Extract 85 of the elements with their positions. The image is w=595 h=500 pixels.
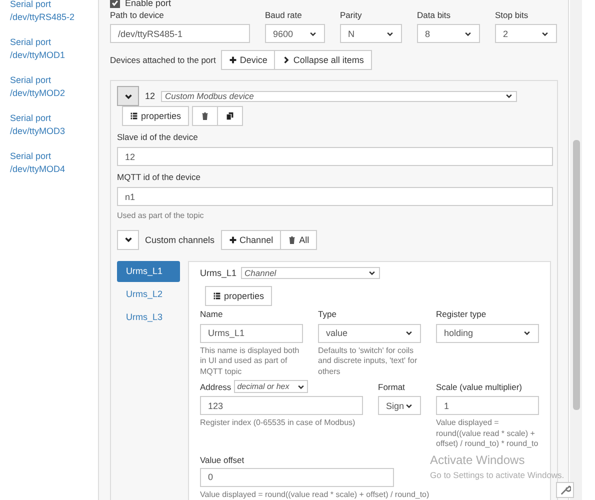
- field-label: Parity: [340, 10, 363, 20]
- chevron-down-icon: [124, 92, 132, 100]
- field-label: Address: [200, 382, 232, 392]
- plus-icon: [228, 56, 237, 64]
- help-text: Value displayed = round((value read * scale) + offset) / round_to): [200, 490, 430, 500]
- select-field[interactable]: N: [340, 24, 402, 43]
- properties-button[interactable]: properties: [122, 106, 190, 126]
- add-channel-button[interactable]: Channel: [220, 230, 282, 250]
- sidebar-item[interactable]: Serial port /dev/ttyMOD1: [0, 36, 98, 62]
- channels-collapse-button[interactable]: [117, 230, 139, 250]
- input-field[interactable]: 12: [117, 147, 553, 166]
- activation-title: Activate Windows: [430, 453, 526, 467]
- select-field[interactable]: 8: [417, 24, 480, 43]
- chevron-right-icon: [282, 56, 290, 64]
- list-icon: [213, 292, 221, 300]
- help-text: Value displayed = round((value read * scale) + offset) / round_to) * round_to: [436, 418, 539, 450]
- address-mode-select[interactable]: decimal or hex: [234, 380, 308, 393]
- sidebar-item[interactable]: Serial port /dev/ttyMOD2: [0, 74, 98, 100]
- list-icon: [130, 112, 138, 120]
- field-label: Name: [200, 308, 224, 320]
- chevron-down-icon: [124, 235, 132, 244]
- input-field[interactable]: 123: [200, 396, 363, 415]
- input-field[interactable]: 0: [200, 468, 394, 486]
- scrollbar-thumb[interactable]: [573, 140, 580, 410]
- caret-down-icon: [368, 268, 376, 276]
- caret-down-icon: [309, 30, 317, 38]
- caret-down-icon: [505, 92, 514, 100]
- field-label: Value offset: [200, 454, 244, 464]
- device-type-select[interactable]: Custom Modbus device: [161, 90, 518, 102]
- plus-icon: [228, 236, 237, 244]
- scrollbar[interactable]: [570, 0, 582, 500]
- field-label: MQTT id of the device: [117, 172, 202, 182]
- channels-label: Custom channels: [145, 234, 215, 244]
- caret-down-icon: [523, 329, 531, 337]
- field-label: Scale (value multiplier): [436, 382, 522, 392]
- select-field[interactable]: 2: [495, 24, 557, 43]
- select-field[interactable]: 9600: [265, 24, 325, 43]
- collapse-all-button[interactable]: Collapse all items: [275, 50, 372, 70]
- device-number: 12: [145, 91, 156, 101]
- trash-icon: [201, 112, 210, 120]
- field-label: Path to device: [110, 10, 165, 20]
- select-field[interactable]: holding: [436, 324, 539, 342]
- field-label: Stop bits: [495, 10, 530, 20]
- channel-tab[interactable]: Urms_L3: [117, 306, 180, 328]
- copy-icon: [226, 112, 234, 120]
- help-text: Used as part of the topic: [117, 211, 205, 222]
- checkbox[interactable]: [110, 0, 120, 8]
- caret-down-icon: [386, 30, 394, 38]
- properties-button[interactable]: properties: [205, 286, 272, 306]
- caret-down-icon: [464, 30, 472, 38]
- field-label: Type: [318, 308, 338, 320]
- select-field[interactable]: Sign: [378, 396, 421, 415]
- field-label: Format: [378, 382, 405, 392]
- sidebar-item[interactable]: Serial port /dev/ttyMOD4: [0, 150, 98, 176]
- channel-type-select[interactable]: Channel: [240, 266, 380, 278]
- caret-down-icon: [405, 329, 413, 337]
- input-field[interactable]: Urms_L1: [200, 324, 303, 342]
- delete-button[interactable]: [192, 106, 218, 126]
- channel-name: Urms_L1: [200, 268, 237, 278]
- trash-icon: [288, 236, 296, 244]
- field-label: Data bits: [417, 10, 452, 20]
- input-field[interactable]: /dev/ttyRS485-1: [110, 24, 250, 43]
- sidebar-item[interactable]: Serial port /dev/ttyMOD3: [0, 112, 98, 138]
- help-text: Defaults to 'switch' for coils and discrete inputs, 'text' for others: [318, 346, 418, 377]
- caret-down-icon: [405, 402, 413, 410]
- copy-button[interactable]: [218, 106, 244, 126]
- field-label: Baud rate: [265, 10, 303, 20]
- field-label: Slave id of the device: [117, 132, 199, 142]
- add-device-button[interactable]: Device: [220, 50, 276, 70]
- caret-down-icon: [297, 382, 306, 390]
- help-text: Register index (0-65535 in case of Modbus): [200, 418, 356, 428]
- channel-tab[interactable]: Urms_L2: [117, 284, 180, 304]
- channel-tab[interactable]: Urms_L1: [117, 260, 180, 282]
- activation-text: Go to Settings to activate Windows.: [430, 470, 564, 480]
- caret-down-icon: [541, 30, 549, 38]
- input-field[interactable]: n1: [117, 187, 553, 206]
- sidebar-item[interactable]: Serial port /dev/ttyRS485-2: [0, 0, 98, 24]
- wrench-button[interactable]: [556, 482, 574, 498]
- delete-all-button[interactable]: All: [281, 230, 318, 250]
- help-text: This name is displayed both in UI and used as part of MQTT topic: [200, 346, 300, 377]
- devices-label: Devices attached to the port: [110, 55, 216, 65]
- collapse-button[interactable]: [117, 86, 139, 106]
- input-field[interactable]: 1: [436, 396, 539, 415]
- select-field[interactable]: value: [318, 324, 421, 342]
- field-label: Register type: [436, 308, 488, 320]
